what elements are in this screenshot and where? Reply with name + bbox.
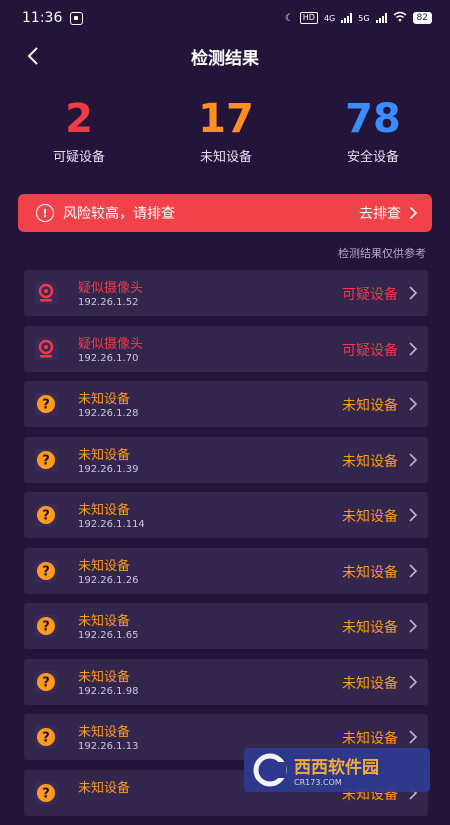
device-name: 未知设备: [78, 392, 131, 407]
chevron-right-icon: [409, 730, 418, 744]
chevron-right-icon: [409, 674, 418, 689]
device-name: 未知设备: [78, 447, 131, 463]
device-ip: 192.26.1.39: [78, 463, 139, 475]
svg-text:?: ?: [42, 620, 50, 635]
question-icon: ?: [35, 504, 57, 526]
device-status: 未知设备: [342, 620, 398, 636]
status-bar: 11:36 ☾ HD 4G 5G 82: [0, 0, 450, 36]
svg-text:?: ?: [42, 786, 50, 801]
chevron-right-icon: [409, 341, 418, 356]
device-status: 未知设备: [342, 453, 398, 470]
device-ip: 192.26.1.13: [78, 741, 139, 752]
watermark-logo-icon: [253, 753, 287, 787]
device-row[interactable]: 疑似摄像头 192.26.1.52 可疑设备: [24, 270, 428, 316]
back-arrow-icon[interactable]: [24, 46, 44, 66]
signal-5g-label: 5G: [358, 13, 370, 23]
stat-suspicious-label: 可疑设备: [52, 150, 105, 165]
device-ip: 192.26.1.114: [78, 519, 145, 530]
question-icon: ?: [35, 726, 57, 748]
stat-safe-value: 78: [345, 96, 401, 142]
wifi-icon: [393, 11, 407, 25]
signal-4g-label: 4G: [323, 13, 336, 23]
question-icon: ?: [35, 559, 57, 582]
chevron-right-icon: [409, 619, 418, 633]
device-status: 未知设备: [342, 564, 398, 581]
chevron-right-icon: [409, 286, 418, 300]
device-name: 疑似摄像头: [78, 281, 144, 296]
status-time: 11:36: [22, 10, 63, 26]
device-row[interactable]: ? 未知设备 192.26.1.28 未知设备: [24, 381, 428, 427]
camera-icon: [35, 337, 57, 360]
device-name: 疑似摄像头: [78, 336, 144, 352]
device-status: 可疑设备: [342, 287, 398, 303]
disclaimer-text: 检测结果仅供参考: [338, 247, 426, 260]
device-status: 未知设备: [342, 675, 398, 692]
device-name: 未知设备: [78, 558, 131, 574]
device-row[interactable]: ? 未知设备 192.26.1.98 未知设备: [24, 658, 428, 705]
chevron-right-icon: [409, 397, 418, 411]
message-notification-icon: [70, 11, 84, 25]
chevron-right-icon: [409, 206, 418, 220]
camera-icon: [35, 282, 57, 304]
troubleshoot-button[interactable]: 去排查: [359, 203, 418, 223]
device-ip: 192.26.1.26: [78, 574, 139, 586]
device-name: 未知设备: [78, 780, 131, 796]
chevron-right-icon: [409, 452, 418, 467]
hd-badge: HD: [299, 12, 318, 24]
chevron-right-icon: [409, 508, 418, 522]
stat-suspicious: 2 可疑设备: [19, 92, 139, 165]
stat-unknown: 17 未知设备: [166, 92, 286, 165]
device-status: 未知设备: [342, 398, 398, 414]
stat-unknown-label: 未知设备: [199, 150, 252, 165]
question-icon: ?: [35, 393, 57, 415]
question-icon: ?: [35, 615, 57, 637]
warning-icon: !: [36, 204, 54, 222]
device-name: 未知设备: [78, 503, 131, 518]
stat-safe-label: 安全设备: [346, 150, 399, 165]
svg-text:?: ?: [42, 675, 50, 690]
moon-icon: ☾: [284, 12, 294, 24]
battery-icon: 82: [412, 12, 432, 24]
device-name: 未知设备: [78, 669, 131, 685]
stats-summary: 2 可疑设备 17 未知设备 78 安全设备: [0, 92, 450, 172]
svg-text:?: ?: [42, 398, 50, 413]
svg-text:?: ?: [42, 509, 50, 524]
signal-bars-icon: [341, 13, 353, 23]
stat-safe: 78 安全设备: [313, 92, 433, 165]
svg-text:?: ?: [42, 731, 50, 746]
device-ip: 192.26.1.70: [78, 352, 139, 364]
question-icon: ?: [35, 448, 57, 471]
device-name: 未知设备: [78, 725, 131, 740]
svg-text:?: ?: [42, 564, 50, 579]
device-name: 未知设备: [78, 614, 131, 629]
device-row[interactable]: ? 未知设备 192.26.1.114 未知设备: [24, 492, 428, 538]
device-row[interactable]: 疑似摄像头 192.26.1.70 可疑设备: [24, 325, 428, 372]
device-row[interactable]: ? 未知设备 192.26.1.65 未知设备: [24, 603, 428, 649]
device-status: 未知设备: [342, 509, 398, 525]
device-row[interactable]: ? 未知设备 192.26.1.26 未知设备: [24, 547, 428, 594]
device-ip: 192.26.1.28: [78, 408, 139, 419]
page-title: 检测结果: [191, 48, 259, 69]
device-list: 疑似摄像头 192.26.1.52 可疑设备 疑似摄像头 192.26.1.70 可疑设备…: [24, 270, 428, 825]
watermark-logo: 西西软件园 CR173.COM: [244, 748, 430, 792]
watermark-site: CR173.COM: [294, 778, 342, 787]
device-row[interactable]: ? 未知设备 192.26.1.39 未知设备: [24, 436, 428, 483]
device-status: 未知设备: [342, 731, 398, 747]
device-ip: 192.26.1.52: [78, 297, 139, 308]
risk-alert-bar[interactable]: ! 风险较高，请排查 去排查: [18, 194, 432, 232]
signal-bars-icon-2: [375, 13, 387, 23]
header: 检测结果: [0, 36, 450, 76]
device-status: 可疑设备: [342, 342, 398, 359]
stat-unknown-value: 17: [198, 96, 254, 142]
question-icon: ?: [35, 781, 57, 804]
question-icon: ?: [35, 670, 57, 693]
risk-alert-text: 风险较高，请排查: [63, 206, 175, 222]
troubleshoot-label: 去排查: [359, 206, 401, 222]
watermark-brand: 西西软件园: [294, 758, 379, 778]
chevron-right-icon: [409, 563, 418, 578]
stat-suspicious-value: 2: [65, 96, 93, 142]
device-ip: 192.26.1.98: [78, 685, 139, 697]
svg-text:?: ?: [42, 453, 50, 468]
device-ip: 192.26.1.65: [78, 630, 139, 641]
